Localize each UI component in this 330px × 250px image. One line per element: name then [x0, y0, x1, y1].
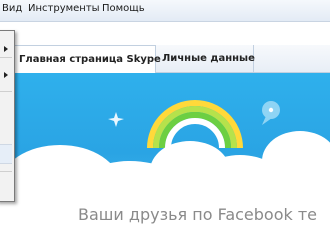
- context-menu-panel: [0, 30, 15, 202]
- menu-separator: [0, 57, 12, 58]
- tab-skype-home[interactable]: Главная страница Skype: [14, 45, 161, 73]
- menu-bar: Вид Инструменты Помощь: [0, 0, 330, 22]
- menu-separator: [0, 171, 12, 172]
- submenu-arrow-icon[interactable]: [4, 72, 8, 78]
- submenu-arrow-icon[interactable]: [4, 46, 8, 52]
- star-icon: [108, 112, 124, 127]
- menu-view[interactable]: Вид: [2, 3, 22, 14]
- tab-personal-data[interactable]: Личные данные: [158, 45, 255, 72]
- skype-window: Вид Инструменты Помощь Главная страница …: [0, 0, 330, 250]
- menu-separator: [0, 91, 12, 92]
- menu-tools[interactable]: Инструменты: [28, 3, 100, 14]
- menu-help[interactable]: Помощь: [102, 3, 145, 14]
- banner-headline: Ваши друзья по Facebook те: [78, 205, 318, 224]
- highlighted-menu-item[interactable]: [0, 144, 12, 164]
- speech-bubble-icon: [262, 101, 280, 125]
